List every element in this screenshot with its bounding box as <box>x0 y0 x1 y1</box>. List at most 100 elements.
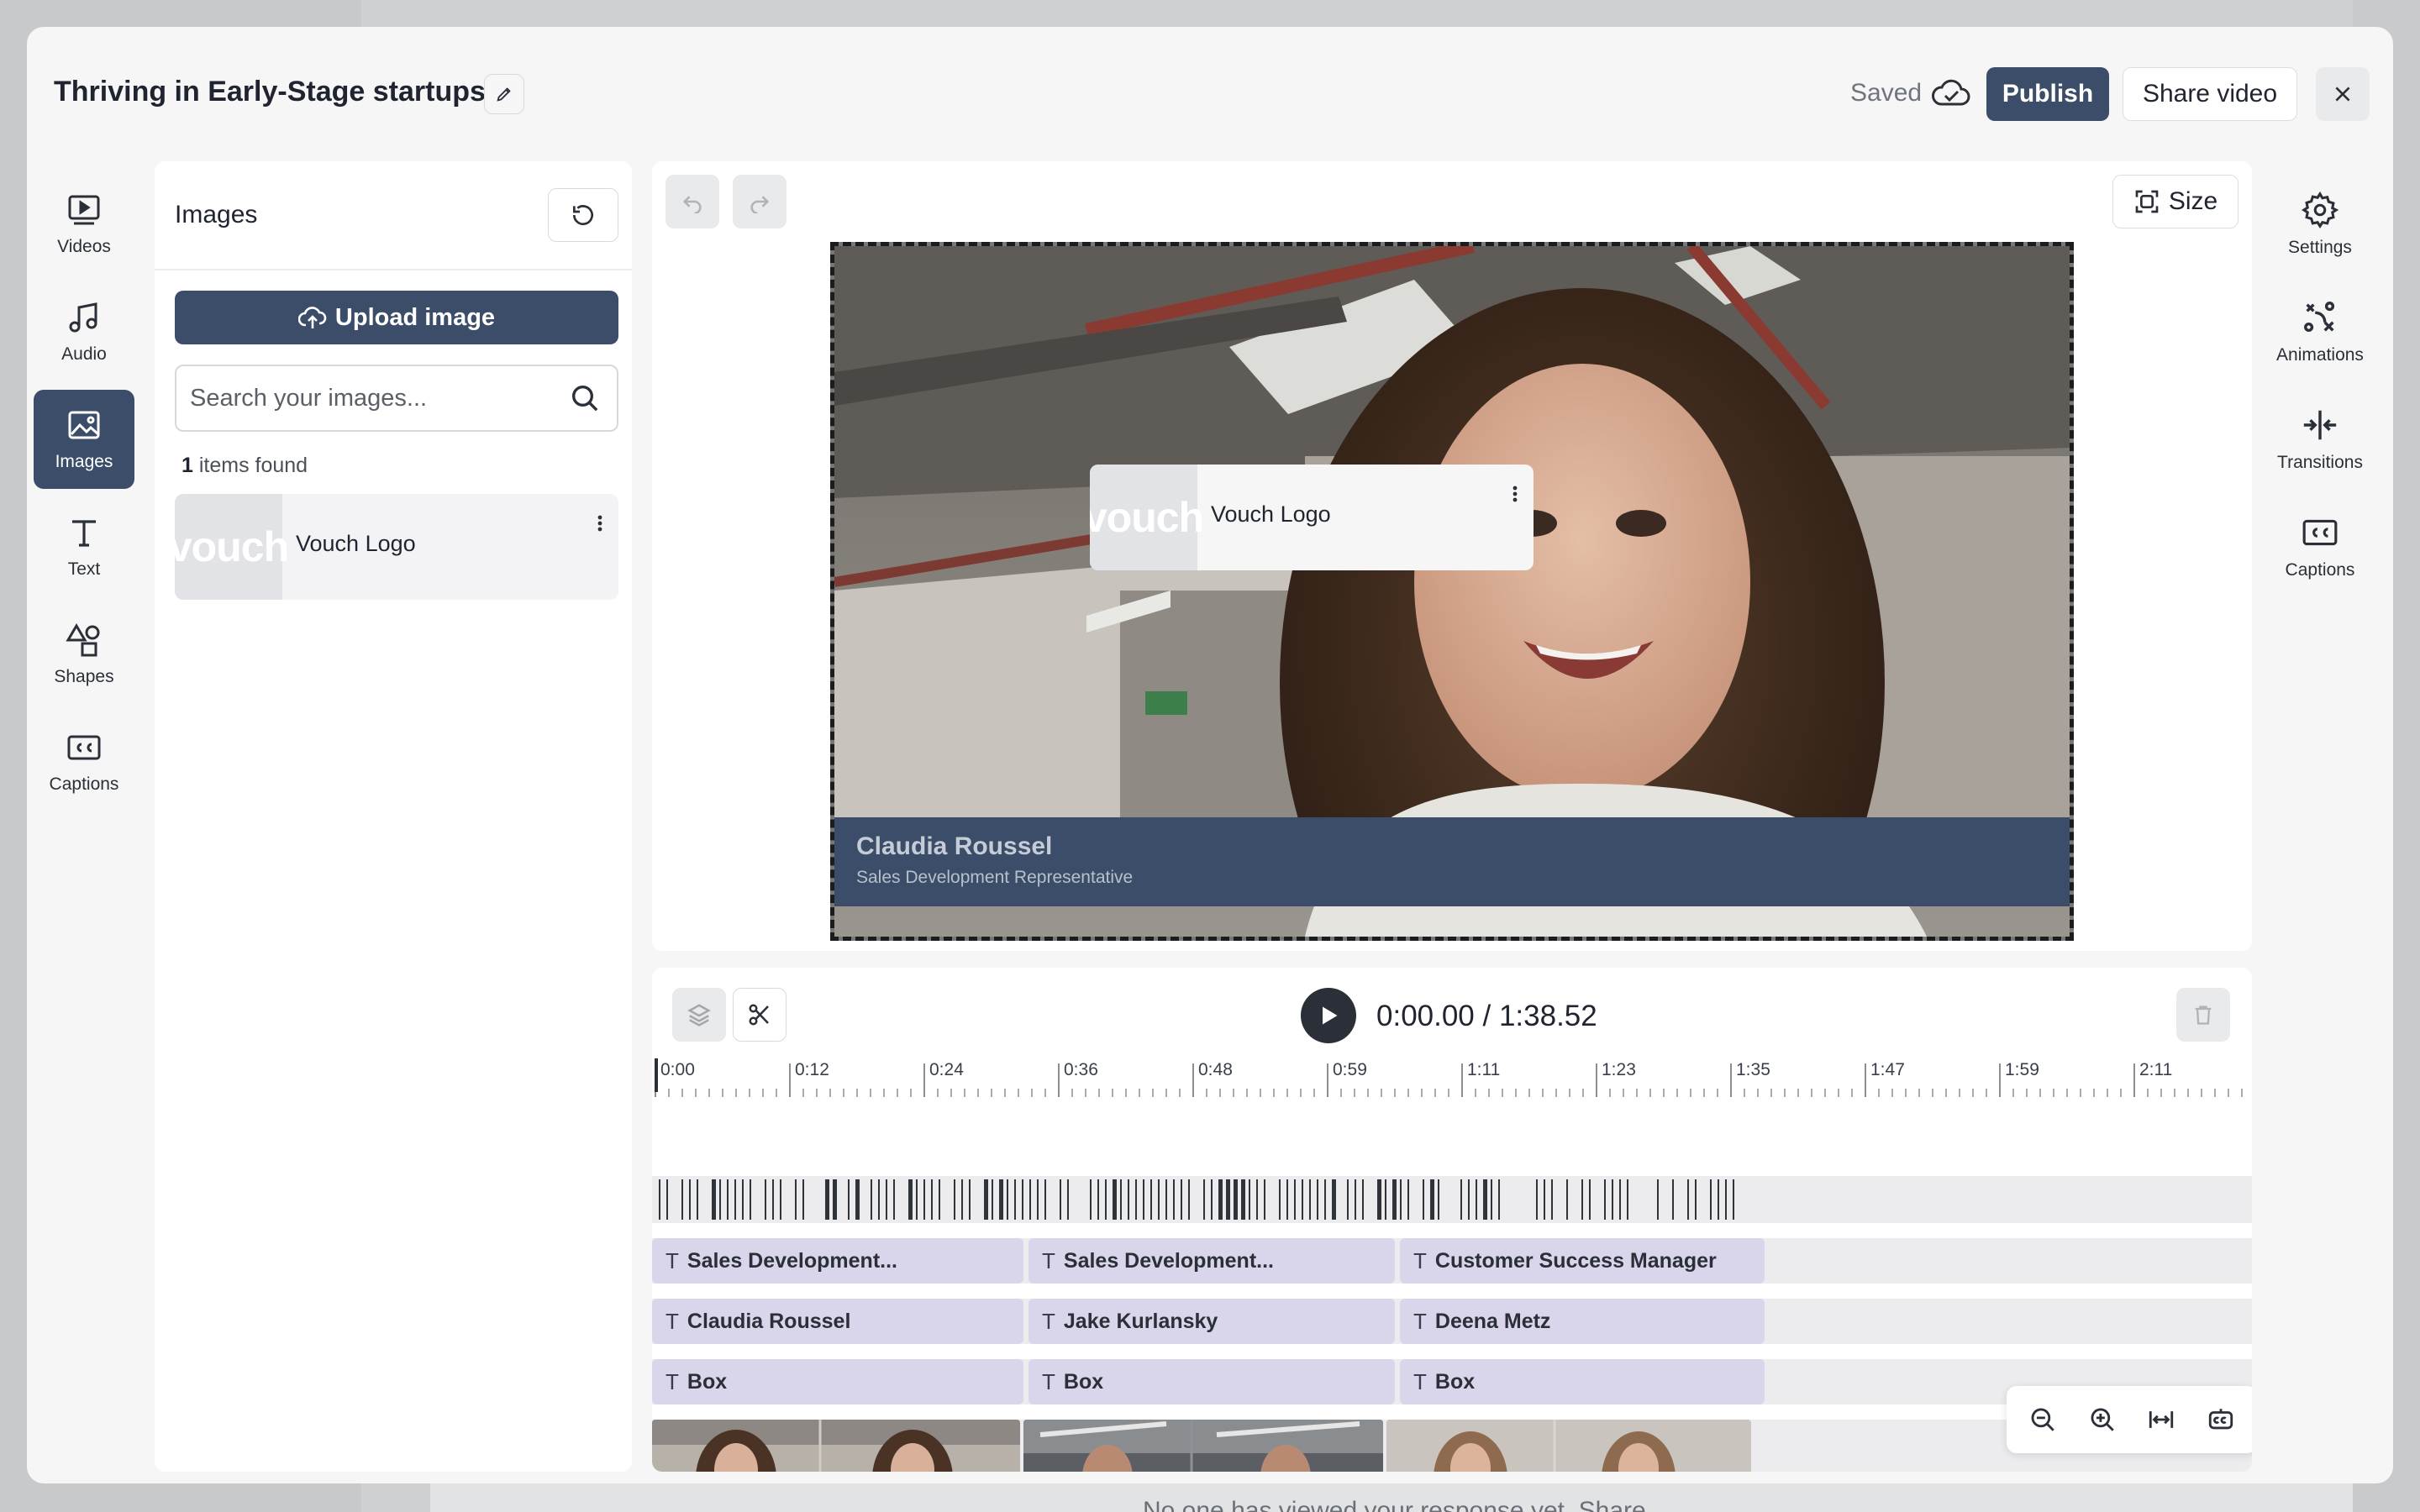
lower-third-banner[interactable]: Claudia Roussel Sales Development Repres… <box>834 817 2070 906</box>
nav-videos[interactable]: Videos <box>34 175 134 274</box>
text-type-icon: T <box>1413 1308 1427 1334</box>
shapes-icon <box>66 623 100 657</box>
more-options-icon[interactable] <box>590 509 610 538</box>
zoom-out-icon <box>2031 1408 2054 1431</box>
upload-image-label: Upload image <box>334 303 496 331</box>
ruler-tick-label: 0:24 <box>929 1060 964 1079</box>
zoom-out-button[interactable] <box>2019 1396 2066 1443</box>
playhead[interactable] <box>655 1058 658 1092</box>
background-footer-text: No one has viewed your response yet. Sha… <box>1143 1497 1646 1512</box>
text-clip[interactable]: T Claudia Roussel <box>652 1299 1023 1344</box>
music-note-icon <box>69 302 97 333</box>
text-track-titles: T Sales Development... T Sales Development… <box>652 1238 2252 1284</box>
overlay-logo-label: Vouch Logo <box>1211 501 1331 527</box>
layers-button[interactable] <box>672 988 726 1042</box>
ruler-tick-label: 1:23 <box>1602 1060 1636 1079</box>
ruler-tick-label: 0:48 <box>1198 1060 1233 1079</box>
nav-videos-label: Videos <box>57 237 111 256</box>
nav-captions[interactable]: Captions <box>34 712 134 811</box>
zoom-controls <box>2007 1386 2252 1453</box>
size-button[interactable]: Size <box>2112 175 2238 228</box>
time-ruler[interactable]: 0:00 0:12 0:24 0:36 0:48 0:59 1:11 1:23 1:35 1:47… <box>652 1058 2252 1100</box>
edit-title-button[interactable] <box>484 74 524 114</box>
text-type-icon: T <box>666 1247 679 1273</box>
redo-button[interactable] <box>733 175 786 228</box>
image-search-input[interactable] <box>190 366 560 430</box>
publish-button[interactable]: Publish <box>1986 67 2109 121</box>
video-canvas[interactable]: vouch Vouch Logo Claudia Roussel Sales D… <box>830 242 2074 941</box>
video-clip-claudia[interactable] <box>652 1420 1020 1472</box>
undo-button[interactable] <box>666 175 719 228</box>
nav-images-label: Images <box>55 452 113 471</box>
upload-image-button[interactable]: Upload image <box>175 291 618 344</box>
image-item-label: Vouch Logo <box>296 531 416 556</box>
refresh-button[interactable] <box>548 188 618 242</box>
text-clip[interactable]: T Box <box>1028 1359 1395 1404</box>
image-list-item[interactable]: vouch Vouch Logo <box>175 494 618 600</box>
ruler-tick-label: 1:11 <box>1467 1060 1501 1079</box>
video-clip-deena[interactable] <box>1386 1420 1751 1472</box>
redo-icon <box>750 196 770 213</box>
ruler-tick-label: 1:47 <box>1870 1060 1905 1079</box>
vouch-logo-overlay[interactable]: vouch Vouch Logo <box>1090 465 1534 570</box>
nav-text[interactable]: Text <box>34 497 134 596</box>
time-display: 0:00.00 / 1:38.52 <box>1376 1000 1597 1032</box>
text-clip-label: Box <box>687 1369 728 1394</box>
pencil-icon <box>497 87 511 102</box>
overlay-more-options-icon[interactable] <box>1505 480 1525 508</box>
video-clip-thumbnails <box>652 1420 1020 1472</box>
search-icon[interactable] <box>568 381 602 415</box>
nav-audio[interactable]: Audio <box>34 282 134 381</box>
nav-captions-right[interactable]: Captions <box>2257 497 2383 596</box>
lower-third-name: Claudia Roussel <box>856 832 1053 860</box>
nav-animations-label: Animations <box>2276 345 2364 365</box>
nav-settings-label: Settings <box>2288 238 2352 257</box>
text-clip[interactable]: T Sales Development... <box>1028 1238 1395 1284</box>
close-button[interactable] <box>2316 67 2370 121</box>
text-clip[interactable]: T Sales Development... <box>652 1238 1023 1284</box>
nav-images[interactable]: Images <box>34 390 134 489</box>
captions-toggle-button[interactable] <box>2197 1396 2244 1443</box>
text-type-icon: T <box>1042 1368 1055 1394</box>
text-clip[interactable]: T Deena Metz <box>1400 1299 1765 1344</box>
overlay-logo-thumbnail: vouch <box>1090 465 1204 570</box>
images-panel: Images Upload image 1 items found vouch … <box>155 161 632 1472</box>
text-clip-label: Customer Success Manager <box>1434 1248 1717 1273</box>
nav-shapes-label: Shapes <box>54 667 114 686</box>
play-button[interactable] <box>1301 988 1356 1043</box>
layers-icon <box>687 1004 711 1026</box>
gear-icon <box>2302 191 2339 228</box>
video-clip-jake[interactable] <box>1023 1420 1383 1472</box>
share-video-button[interactable]: Share video <box>2123 67 2297 121</box>
delete-clip-button[interactable] <box>2176 988 2230 1042</box>
nav-shapes[interactable]: Shapes <box>34 605 134 704</box>
text-clip[interactable]: T Box <box>652 1359 1023 1404</box>
items-found-count: 1 items found <box>182 454 308 478</box>
trash-icon <box>2195 1005 2212 1025</box>
split-clip-button[interactable] <box>733 988 786 1042</box>
close-icon <box>2335 87 2350 102</box>
captions-icon <box>2302 519 2338 546</box>
audio-waveform-track[interactable] <box>652 1176 2252 1223</box>
nav-settings[interactable]: Settings <box>2257 175 2383 274</box>
panel-divider <box>155 269 632 270</box>
timeline-panel: 0:00.00 / 1:38.52 0:00 0:12 0:24 0:36 0:48 0:… <box>652 968 2252 1472</box>
cloud-check-icon <box>1932 79 1970 106</box>
zoom-in-button[interactable] <box>2079 1396 2126 1443</box>
nav-animations[interactable]: Animations <box>2257 282 2383 381</box>
nav-text-label: Text <box>67 559 101 579</box>
panel-title: Images <box>175 201 258 228</box>
text-clip[interactable]: T Jake Kurlansky <box>1028 1299 1395 1344</box>
ruler-tick-label: 0:36 <box>1064 1060 1098 1079</box>
ruler-tick-label: 1:59 <box>2005 1060 2039 1079</box>
text-clip[interactable]: T Customer Success Manager <box>1400 1238 1765 1284</box>
nav-captions-label: Captions <box>49 774 119 794</box>
text-clip-label: Claudia Roussel <box>687 1309 851 1333</box>
nav-transitions[interactable]: Transitions <box>2257 390 2383 489</box>
ruler-tick-label: 0:00 <box>660 1060 695 1079</box>
text-type-icon: T <box>666 1368 679 1394</box>
resize-icon <box>2135 190 2159 213</box>
zoom-in-icon <box>2091 1408 2114 1431</box>
fit-timeline-button[interactable] <box>2138 1396 2185 1443</box>
text-clip[interactable]: T Box <box>1400 1359 1765 1404</box>
